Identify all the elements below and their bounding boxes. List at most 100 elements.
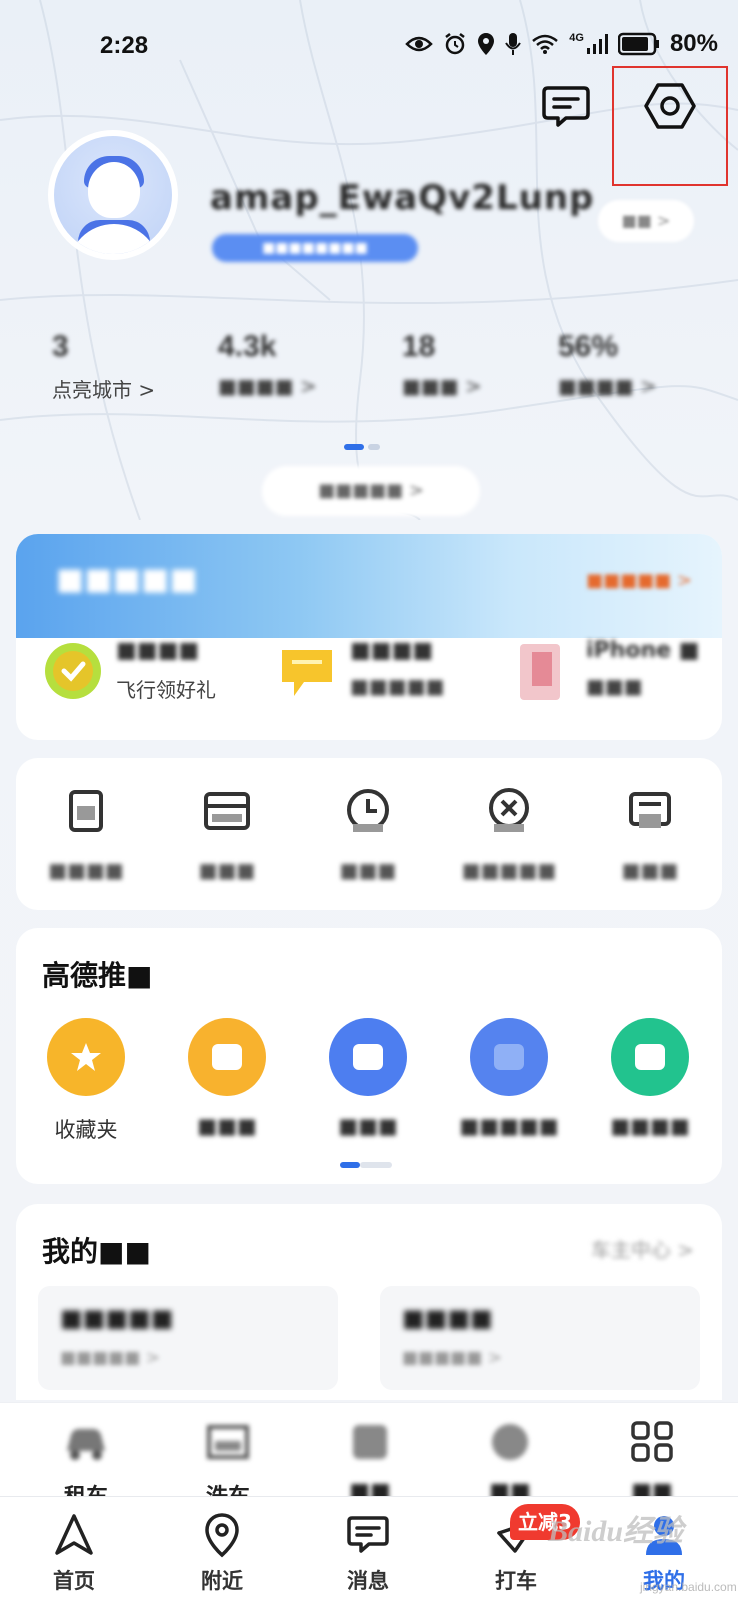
location-cancel-icon (489, 788, 529, 832)
tool-wallet[interactable]: ■■■ (157, 786, 297, 882)
car-wash-icon (207, 1425, 249, 1459)
tool-order[interactable]: ■■■■ (16, 786, 156, 882)
recommend-item-5[interactable]: ■■■■ (580, 1018, 720, 1138)
recommend-label: ■■■■■ (459, 1114, 559, 1138)
wallet-icon (204, 792, 250, 830)
promo-item-subtitle: 飞行领好礼 (116, 678, 216, 702)
navigate-arrow-icon (55, 1514, 93, 1555)
tab-home[interactable]: 首页 (14, 1511, 134, 1595)
battery-level: 80% (669, 30, 718, 57)
tool-history[interactable]: ■■■ (298, 786, 438, 882)
promo-item-subtitle: ■■■ (586, 674, 643, 698)
taxi-discount-badge: 立减3 (510, 1504, 580, 1540)
review-pill-button[interactable]: ■■■■■ > (262, 466, 480, 516)
alarm-icon (445, 33, 466, 55)
box-icon (611, 1018, 689, 1096)
stats-page-indicator (344, 444, 380, 450)
tool-label: ■■■ (339, 858, 397, 882)
message-button[interactable] (536, 76, 596, 136)
tool-label: ■■■ (621, 858, 679, 882)
calendar-icon (329, 1018, 407, 1096)
wifi-icon (532, 34, 559, 54)
recommend-favorites[interactable]: 收藏夹 (16, 1018, 156, 1144)
tab-nearby[interactable]: 附近 (162, 1511, 282, 1595)
stat-label: ■■■ > (402, 374, 482, 398)
apps-icon (631, 1421, 673, 1462)
coin-icon (45, 643, 101, 699)
stat-value: 18 (402, 330, 436, 363)
stat-percent[interactable]: 56% ■■■■ > (558, 330, 708, 398)
battery-icon (617, 32, 659, 56)
document-icon (629, 792, 671, 828)
car-box-2[interactable]: ■■■■ ■■■■■ > (380, 1286, 700, 1390)
signal-icon (586, 34, 608, 54)
tools-card: ■■■■ ■■■ ■■■ ■■■■■ ■■■ (16, 758, 722, 910)
tool-label: ■■■■ (48, 858, 124, 882)
car-box-1[interactable]: ■■■■■ ■■■■■ > (38, 1286, 338, 1390)
car-owner-center-link[interactable]: 车主中心 > (591, 1234, 694, 1263)
star-folder-icon (47, 1018, 125, 1096)
recommend-label: 收藏夹 (54, 1118, 118, 1142)
service-item-4[interactable]: ■■ (440, 1421, 580, 1504)
baidu-watermark-url: jingyan.baidu.com (640, 1580, 737, 1594)
rent-car-icon (67, 1429, 105, 1460)
recommend-item-4[interactable]: ■■■■■ (439, 1018, 579, 1138)
tool-location-cancel[interactable]: ■■■■■ (439, 786, 579, 882)
promo-item-coin[interactable]: ■■■■ 飞行领好礼 (40, 630, 260, 730)
message-icon (542, 86, 590, 127)
status-time: 2:28 (100, 32, 149, 59)
promo-item-subtitle: ■■■■■ (350, 674, 445, 698)
promo-item-phone[interactable]: iPhone ■ ■■■ (510, 630, 710, 730)
tab-label: 打车 (495, 1569, 537, 1593)
service-icon (353, 1425, 387, 1459)
profile-icon (646, 1516, 682, 1555)
my-car-card: 我的■■ 车主中心 > ■■■■■ ■■■■■ > ■■■■ ■■■■■ > (16, 1204, 722, 1400)
user-level-badge[interactable]: ■■■■■■■■ (212, 234, 418, 262)
location-icon (478, 33, 495, 55)
service-icon (492, 1424, 528, 1460)
car-box-title: ■■■■■ (60, 1304, 174, 1332)
stat-count[interactable]: 18 ■■■ > (402, 330, 552, 398)
promo-item-title: iPhone ■ (586, 638, 700, 663)
stat-label: ■■■■ > (558, 374, 657, 398)
promo-more-link[interactable]: ■■■■■ > (586, 570, 692, 591)
phone-icon (520, 644, 560, 700)
stat-label: 点亮城市 > (52, 378, 156, 402)
promo-title: ■■■■■ (56, 562, 198, 597)
tab-label: 附近 (201, 1569, 243, 1593)
profile-home-link[interactable]: ■■ > (598, 200, 694, 242)
car-box-subtitle: ■■■■■ > (60, 1348, 160, 1368)
promo-item-flag[interactable]: ■■■■ ■■■■■ (274, 630, 494, 730)
recommend-label: ■■■■ (610, 1114, 690, 1138)
avatar[interactable] (48, 130, 178, 260)
stat-value: 3 (52, 330, 69, 363)
promo-item-title: ■■■■ (350, 638, 434, 663)
car-title: 我的■■ (42, 1235, 151, 1268)
stat-mileage[interactable]: 4.3k ■■■■ > (218, 330, 368, 398)
username[interactable]: amap_EwaQv2Lunp (210, 178, 594, 218)
tab-label: 消息 (347, 1569, 389, 1593)
bottom-tab-bar: 首页 附近 消息 打车 我的 (0, 1496, 738, 1600)
service-more-apps[interactable]: ■■ (582, 1421, 722, 1504)
recommend-item-3[interactable]: ■■■ (298, 1018, 438, 1138)
location-pin-icon (205, 1513, 239, 1558)
message-icon (347, 1516, 389, 1553)
car-box-title: ■■■■ (402, 1304, 493, 1332)
services-row: 租车 洗车 ■■ ■■ ■■ (0, 1402, 738, 1510)
status-icons: 4G 80% (405, 30, 718, 58)
promo-card[interactable]: ■■■■■ ■■■■■ > ■■■■ 飞行领好礼 ■■■■ ■■■■■ iPho… (16, 534, 722, 740)
car-box-subtitle: ■■■■■ > (402, 1348, 502, 1368)
tab-messages[interactable]: 消息 (308, 1511, 428, 1595)
stat-value: 4.3k (218, 330, 277, 363)
settings-button[interactable] (640, 76, 700, 136)
stat-label: ■■■■ > (218, 374, 317, 398)
card-icon (188, 1018, 266, 1096)
tool-document[interactable]: ■■■ (580, 786, 720, 882)
stat-cities[interactable]: 3 点亮城市 > (52, 330, 202, 403)
recommend-card: 高德推■ 收藏夹 ■■■ ■■■ ■■■■■ ■■■■ (16, 928, 722, 1184)
order-icon (69, 790, 103, 832)
service-item-3[interactable]: ■■ (300, 1421, 440, 1504)
recommend-label: ■■■ (197, 1114, 257, 1138)
tool-label: ■■■■■ (461, 858, 557, 882)
recommend-item-2[interactable]: ■■■ (157, 1018, 297, 1138)
